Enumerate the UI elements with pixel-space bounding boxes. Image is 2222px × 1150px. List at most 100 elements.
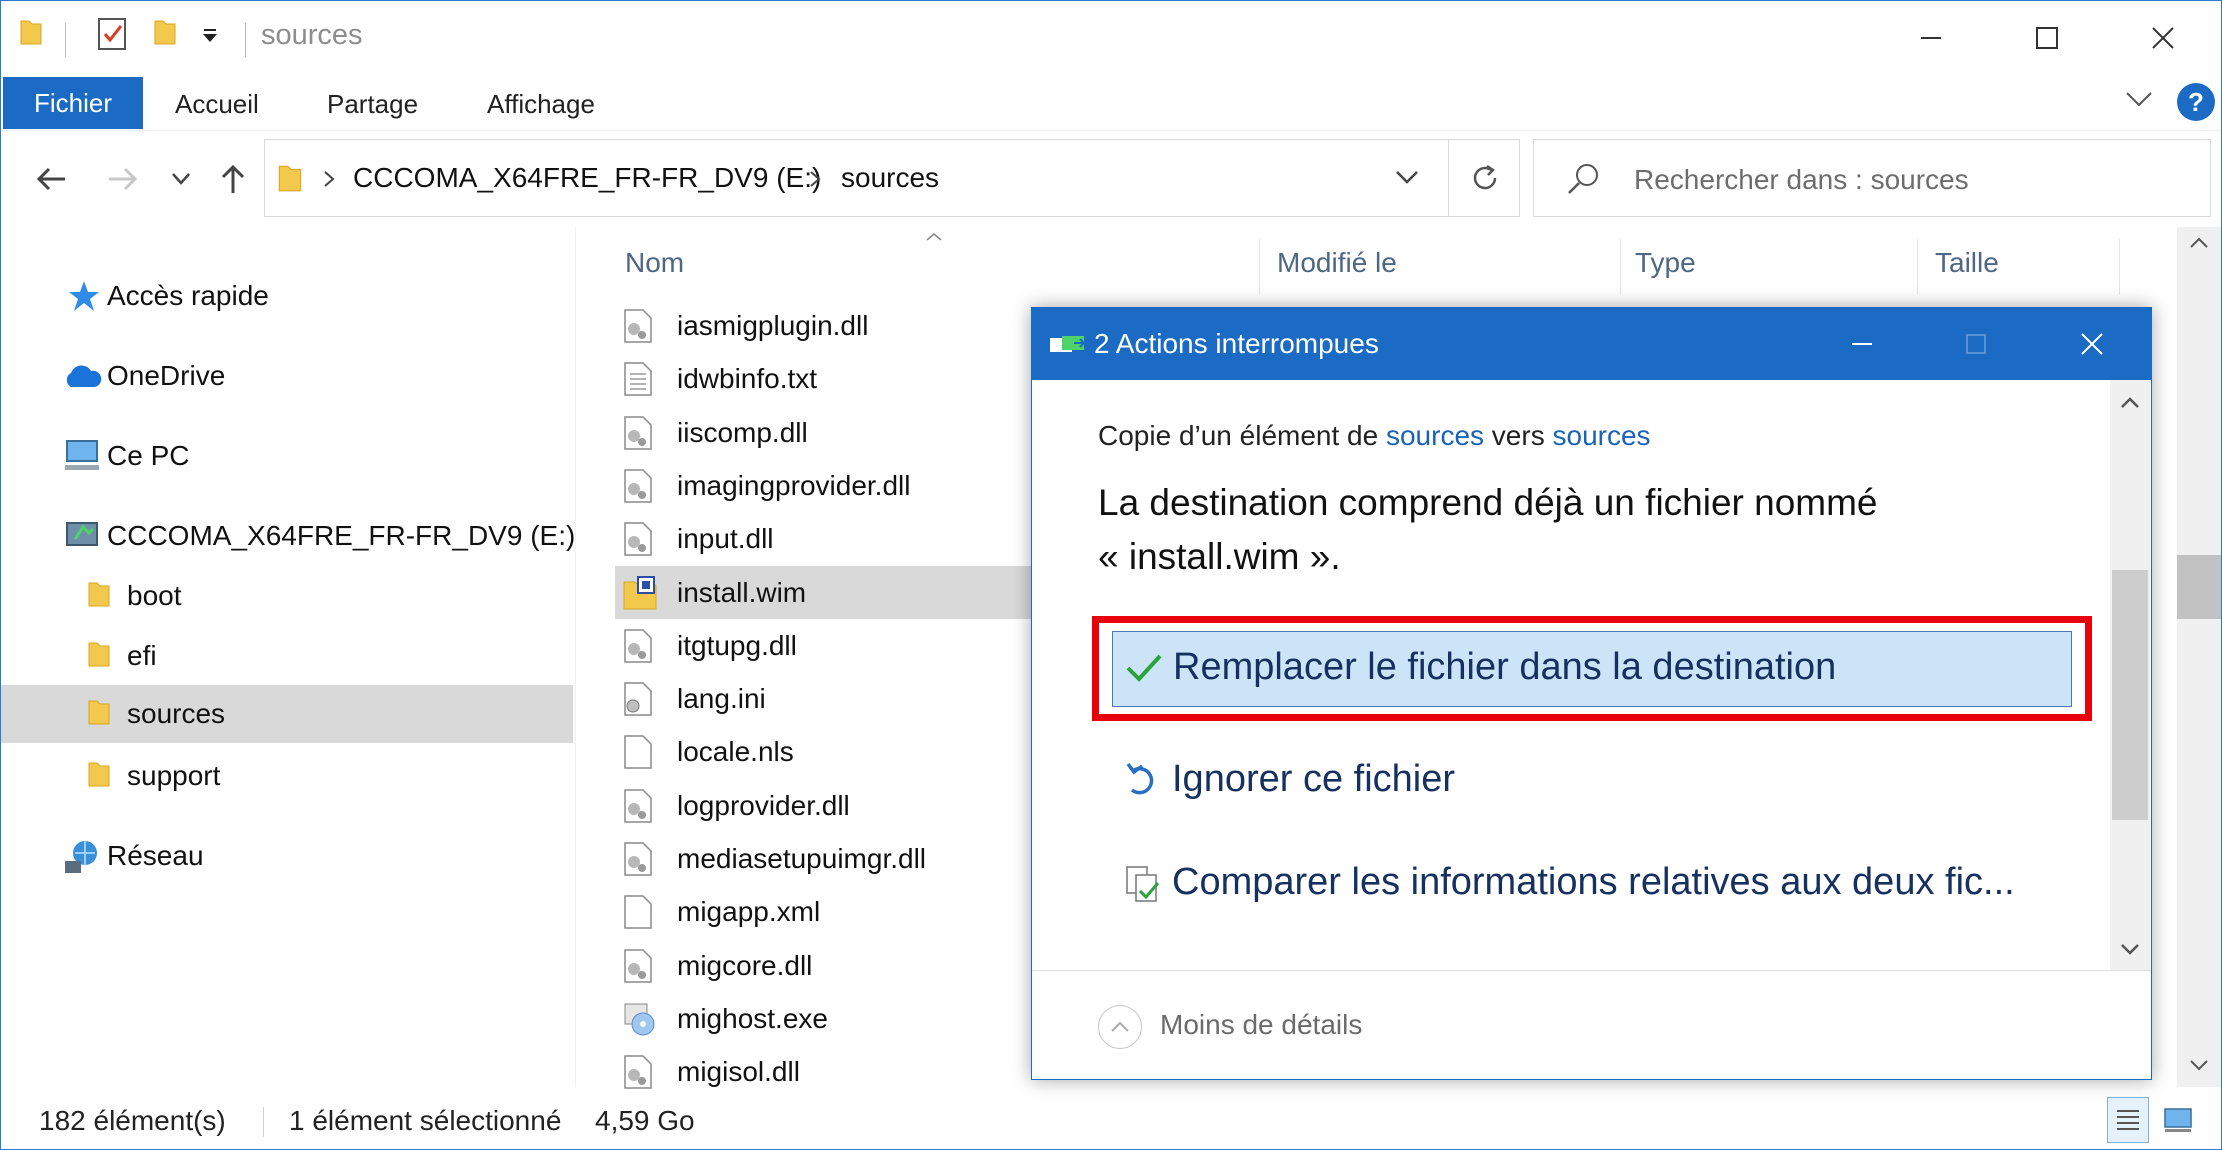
file-name: lang.ini — [677, 683, 766, 715]
scroll-up-arrow-icon[interactable] — [2120, 396, 2140, 414]
column-header-type[interactable]: Type — [1635, 247, 1696, 279]
close-icon — [2081, 333, 2103, 355]
conflict-message: La destination comprend déjà un fichier … — [1098, 476, 2058, 584]
column-divider[interactable] — [2119, 239, 2120, 295]
nav-item-efi[interactable]: efi — [1, 627, 573, 685]
breadcrumb-folder[interactable]: sources — [841, 162, 939, 194]
nav-item-reseau[interactable]: Réseau — [1, 827, 573, 885]
dropdown-arrow-icon[interactable] — [201, 29, 219, 48]
scroll-up-arrow-icon[interactable] — [2187, 231, 2211, 255]
search-input[interactable]: Rechercher dans : sources — [1634, 164, 1969, 196]
address-history-button[interactable] — [1367, 140, 1447, 216]
dialog-scrollbar[interactable] — [2110, 380, 2150, 970]
nav-item-sources[interactable]: sources — [1, 685, 573, 743]
file-row[interactable]: mighost.exe — [615, 992, 1055, 1045]
maximize-button[interactable] — [1989, 1, 2105, 75]
file-row[interactable]: migapp.xml — [615, 885, 1055, 938]
up-button[interactable] — [211, 157, 255, 201]
title-separator — [245, 23, 246, 57]
minimize-button[interactable] — [1873, 1, 1989, 75]
expand-ribbon-chevron-icon[interactable] — [2125, 91, 2153, 114]
address-bar[interactable]: CCCOMA_X64FRE_FR-FR_DV9 (E:) sources — [264, 139, 1520, 217]
dll-icon — [623, 469, 653, 503]
nav-item-drive[interactable]: CCCOMA_X64FRE_FR-FR_DV9 (E:) — [1, 507, 575, 565]
exe-icon — [623, 1002, 655, 1036]
destination-link[interactable]: sources — [1553, 420, 1651, 451]
fewer-details-label[interactable]: Moins de détails — [1160, 1009, 1362, 1041]
undo-arrow-icon — [1124, 762, 1162, 800]
scrollbar-thumb[interactable] — [2112, 570, 2148, 820]
breadcrumb-chevron-icon[interactable] — [809, 170, 821, 193]
title-bar: sources — [1, 1, 2221, 75]
recent-locations-button[interactable] — [159, 157, 203, 201]
file-row[interactable]: input.dll — [615, 512, 1055, 565]
nav-item-onedrive[interactable]: OneDrive — [1, 347, 573, 405]
nav-item-acces-rapide[interactable]: Accès rapide — [1, 267, 573, 325]
file-name: idwbinfo.txt — [677, 363, 818, 395]
scrollbar-thumb[interactable] — [2177, 555, 2221, 619]
file-row[interactable]: locale.nls — [615, 725, 1055, 778]
column-divider[interactable] — [1917, 239, 1918, 295]
file-list-scrollbar[interactable] — [2177, 227, 2221, 1087]
file-row[interactable]: iasmigplugin.dll — [615, 299, 1055, 352]
skip-file-option[interactable]: Ignorer ce fichier — [1112, 742, 2072, 818]
details-view-button[interactable] — [2107, 1097, 2149, 1143]
back-button[interactable] — [29, 157, 73, 201]
file-row[interactable]: iiscomp.dll — [615, 406, 1055, 459]
blank-file-icon — [623, 895, 653, 930]
star-icon — [67, 279, 101, 318]
folder-icon[interactable] — [153, 17, 177, 52]
replace-file-option[interactable]: Remplacer le fichier dans la destination — [1112, 631, 2072, 707]
file-row[interactable]: itgtupg.dll — [615, 619, 1055, 672]
column-header-nom[interactable]: Nom — [625, 247, 684, 279]
nav-label: OneDrive — [107, 360, 226, 391]
status-bar: 182 élément(s) 1 élément sélectionné 4,5… — [1, 1093, 2221, 1149]
dialog-close-button[interactable] — [2034, 308, 2150, 380]
dll-icon — [623, 415, 653, 450]
column-header-modifie-le[interactable]: Modifié le — [1277, 247, 1397, 279]
nav-item-support[interactable]: support — [1, 747, 573, 805]
file-row[interactable]: logprovider.dll — [615, 779, 1055, 832]
close-button[interactable] — [2105, 1, 2221, 75]
file-row[interactable]: migcore.dll — [615, 939, 1055, 992]
column-divider[interactable] — [1620, 239, 1621, 295]
search-box[interactable]: Rechercher dans : sources — [1533, 139, 2211, 217]
file-name: iasmigplugin.dll — [677, 310, 869, 341]
file-row[interactable]: imagingprovider.dll — [615, 459, 1055, 512]
sort-ascending-icon — [925, 229, 943, 247]
column-header-taille[interactable]: Taille — [1935, 247, 1999, 279]
file-name: mediasetupuimgr.dll — [677, 843, 927, 874]
nav-item-ce-pc[interactable]: Ce PC — [1, 427, 573, 485]
source-link[interactable]: sources — [1386, 420, 1484, 451]
scroll-down-arrow-icon[interactable] — [2187, 1053, 2211, 1077]
chevron-down-icon — [1396, 171, 1418, 184]
details-view-icon — [2117, 1110, 2139, 1130]
nav-label: support — [127, 760, 221, 791]
tab-partage[interactable]: Partage — [327, 89, 418, 120]
help-button[interactable]: ? — [2177, 83, 2215, 121]
nav-item-boot[interactable]: boot — [1, 567, 573, 625]
refresh-button[interactable] — [1448, 140, 1520, 216]
file-row[interactable]: idwbinfo.txt — [615, 352, 1055, 405]
fewer-details-button[interactable] — [1098, 1005, 1142, 1049]
conflict-message-line: La destination comprend déjà un fichier … — [1098, 482, 1878, 523]
tab-affichage[interactable]: Affichage — [487, 89, 595, 120]
text-file-icon — [623, 362, 653, 397]
breadcrumb-drive[interactable]: CCCOMA_X64FRE_FR-FR_DV9 (E:) — [353, 162, 821, 194]
large-icons-view-button[interactable] — [2157, 1097, 2199, 1143]
tab-fichier[interactable]: Fichier — [3, 77, 143, 129]
compare-info-option[interactable]: Comparer les informations relatives aux … — [1112, 845, 2072, 921]
column-divider[interactable] — [1259, 239, 1260, 295]
checklist-icon[interactable] — [97, 17, 129, 56]
file-row[interactable]: install.wim — [615, 565, 1055, 619]
dll-icon — [623, 1055, 653, 1089]
file-row[interactable]: migisol.dll — [615, 1045, 1055, 1098]
file-row[interactable]: lang.ini — [615, 672, 1055, 725]
breadcrumb-chevron-icon[interactable] — [323, 170, 335, 193]
dialog-minimize-button[interactable] — [1804, 308, 1920, 380]
tab-accueil[interactable]: Accueil — [175, 89, 259, 120]
folder-icon — [87, 639, 111, 674]
forward-button[interactable] — [101, 157, 145, 201]
scroll-down-arrow-icon[interactable] — [2120, 942, 2140, 960]
file-row[interactable]: mediasetupuimgr.dll — [615, 832, 1055, 885]
